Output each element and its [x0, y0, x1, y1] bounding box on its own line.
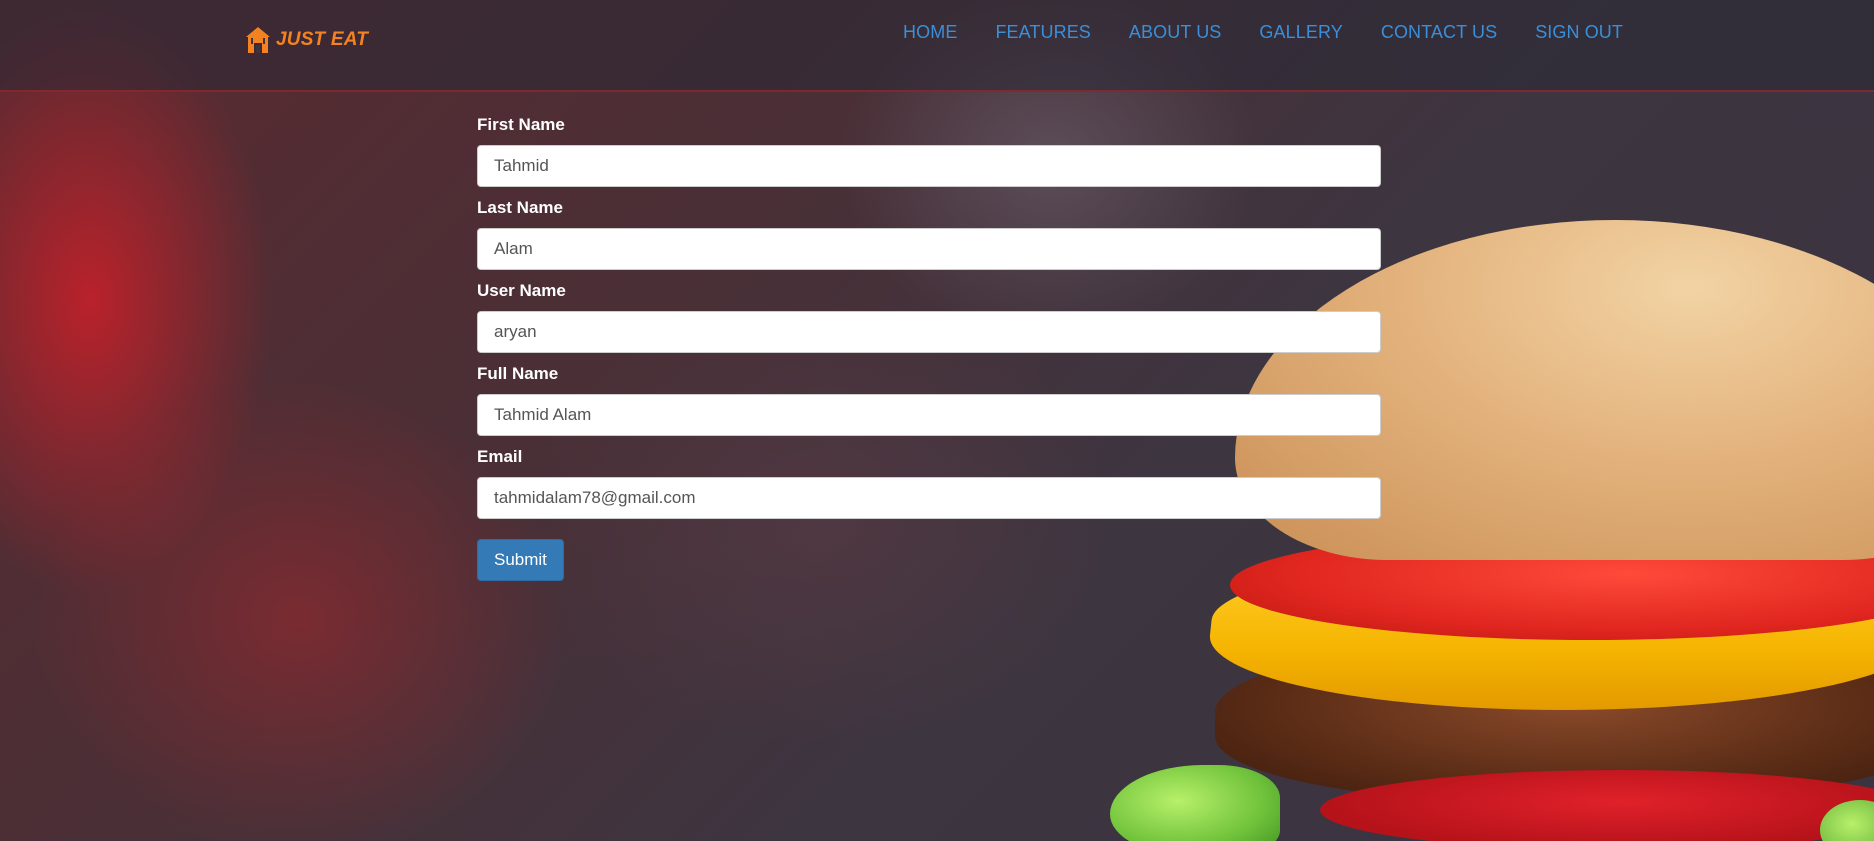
first-name-label: First Name	[477, 115, 565, 134]
navbar: JUST EAT HOME FEATURES ABOUT US GALLERY …	[0, 0, 1874, 92]
nav-item-home: HOME	[903, 22, 957, 43]
nav-item-gallery: GALLERY	[1259, 22, 1342, 43]
lettuce-shape	[1820, 800, 1874, 841]
last-name-label: Last Name	[477, 198, 563, 217]
full-name-label: Full Name	[477, 364, 559, 383]
main-nav: HOME FEATURES ABOUT US GALLERY CONTACT U…	[903, 22, 1623, 43]
email-group: Email	[477, 447, 1381, 519]
nav-link-about-us[interactable]: ABOUT US	[1129, 22, 1222, 42]
sauce-shape	[1320, 770, 1874, 841]
nav-link-features[interactable]: FEATURES	[995, 22, 1090, 42]
patty-shape	[1215, 640, 1874, 800]
full-name-input[interactable]	[477, 394, 1381, 436]
nav-link-gallery[interactable]: GALLERY	[1259, 22, 1342, 42]
email-input[interactable]	[477, 477, 1381, 519]
brand-logo-link[interactable]: JUST EAT	[244, 24, 368, 56]
first-name-group: First Name	[477, 115, 1381, 187]
lettuce-shape	[1110, 765, 1280, 841]
user-name-group: User Name	[477, 281, 1381, 353]
nav-item-contact-us: CONTACT US	[1381, 22, 1497, 43]
submit-button[interactable]: Submit	[477, 539, 564, 581]
last-name-group: Last Name	[477, 198, 1381, 270]
nav-item-about-us: ABOUT US	[1129, 22, 1222, 43]
nav-link-sign-out[interactable]: SIGN OUT	[1535, 22, 1623, 42]
email-label: Email	[477, 447, 523, 466]
profile-form: First Name Last Name User Name Full Name…	[477, 115, 1381, 581]
nav-item-sign-out: SIGN OUT	[1535, 22, 1623, 43]
brand-name: JUST EAT	[276, 29, 369, 50]
house-fork-logo-icon	[246, 27, 270, 53]
last-name-input[interactable]	[477, 228, 1381, 270]
page-background: JUST EAT HOME FEATURES ABOUT US GALLERY …	[0, 0, 1874, 841]
nav-link-contact-us[interactable]: CONTACT US	[1381, 22, 1497, 42]
cheese-shape	[1202, 560, 1874, 710]
user-name-input[interactable]	[477, 311, 1381, 353]
full-name-group: Full Name	[477, 364, 1381, 436]
user-name-label: User Name	[477, 281, 566, 300]
first-name-input[interactable]	[477, 145, 1381, 187]
nav-link-home[interactable]: HOME	[903, 22, 957, 42]
nav-item-features: FEATURES	[995, 22, 1090, 43]
